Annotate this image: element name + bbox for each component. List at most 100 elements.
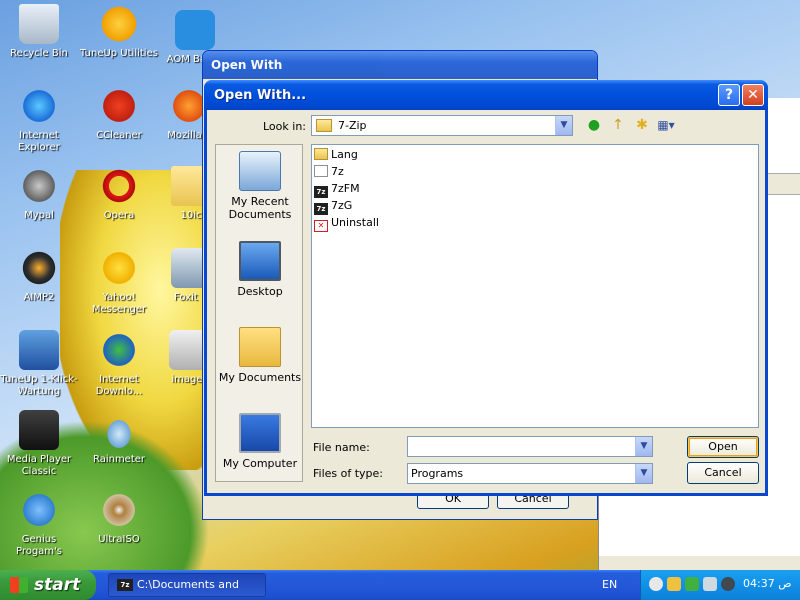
open-button[interactable]: Open	[687, 436, 759, 458]
media-player-classic-icon	[19, 410, 59, 450]
file-name: 7zG	[331, 199, 353, 212]
ccleaner-icon	[99, 86, 139, 126]
tray-icon-3[interactable]	[685, 577, 699, 591]
language-indicator[interactable]: EN	[602, 578, 617, 591]
desktop-icon-yahoo-messenger[interactable]: Yahoo! Messenger	[80, 248, 158, 316]
opera-icon	[99, 166, 139, 206]
file-item-7zg[interactable]: 7z 7zG	[314, 198, 353, 215]
file-name-combo[interactable]: ▼	[407, 436, 653, 457]
place-my-documents[interactable]: My Documents	[216, 327, 304, 384]
desktop-icon-mypal[interactable]: Mypal	[0, 166, 78, 222]
desktop-icon-tuneup-utilities[interactable]: TuneUp Utilities	[80, 4, 158, 60]
desktop-icon-internet-explorer[interactable]: Internet Explorer	[0, 86, 78, 154]
desktop-icon-label: Mypal	[24, 210, 54, 221]
desktop-icon-label: Recycle Bin	[10, 48, 68, 59]
tray-icon-5[interactable]	[721, 577, 735, 591]
files-of-type-label: Files of type:	[313, 467, 384, 480]
close-icon: ✕	[747, 87, 759, 103]
dialog-title: Open With...	[214, 88, 307, 103]
internet-explorer-icon	[19, 86, 59, 126]
download-manager-icon	[99, 330, 139, 370]
desktop-icon-label: Genius Progam's	[15, 534, 63, 557]
chevron-down-icon[interactable]: ▼	[635, 464, 652, 483]
desktop-icon-label: Internet Explorer	[18, 130, 60, 153]
file-list[interactable]: Lang 7z 7z 7zFM 7z 7zG ✕ Uninstall	[311, 144, 759, 428]
desktop-icon-label: TuneUp 1-Klick-Wartung	[0, 374, 78, 397]
open-with-dialog: Open With... ? ✕ Look in: 7-Zip ▼ ● ↑ ✱ …	[204, 80, 768, 496]
file-name-input[interactable]	[408, 437, 634, 456]
files-of-type-dropdown[interactable]: Programs ▼	[407, 463, 653, 484]
help-icon: ?	[724, 87, 734, 103]
start-label: start	[34, 575, 81, 595]
desktop-icon-ccleaner[interactable]: CCleaner	[80, 86, 158, 142]
system-tray: 04:37 ص	[640, 570, 800, 600]
file-item-7zfm[interactable]: 7z 7zFM	[314, 181, 360, 198]
folder-icon	[314, 148, 328, 160]
file-item-lang[interactable]: Lang	[314, 147, 358, 163]
dialog-titlebar[interactable]: Open With... ? ✕	[204, 80, 768, 110]
close-button[interactable]: ✕	[742, 84, 764, 106]
view-menu-icon[interactable]: ▦▾	[657, 117, 675, 134]
chevron-down-icon[interactable]: ▼	[555, 116, 572, 135]
new-folder-icon[interactable]: ✱	[633, 117, 651, 134]
7zip-icon: 7z	[117, 579, 133, 591]
place-label: Desktop	[237, 285, 283, 298]
taskbar-item-label: C:\Documents and Se...	[137, 578, 240, 591]
tray-icon-2[interactable]	[667, 577, 681, 591]
place-desktop[interactable]: Desktop	[216, 241, 304, 298]
cancel-button[interactable]: Cancel	[687, 462, 759, 484]
back-arrow-icon[interactable]: ●	[585, 117, 603, 134]
taskbar: start 7z C:\Documents and Se... EN 04:37…	[0, 570, 800, 600]
desktop-icon-internet-download-manager[interactable]: Internet Downlo...	[80, 330, 158, 398]
look-in-dropdown[interactable]: 7-Zip ▼	[311, 115, 573, 136]
file-item-7z[interactable]: 7z	[314, 164, 344, 180]
place-my-computer[interactable]: My Computer	[216, 413, 304, 470]
desktop-icon-label: Internet Downlo...	[95, 374, 143, 397]
desktop-icon-label: Yahoo! Messenger	[91, 292, 147, 315]
desktop-icon-tuneup-1-klick[interactable]: TuneUp 1-Klick-Wartung	[0, 330, 78, 398]
desktop-icon-label: 10ic	[180, 210, 202, 221]
desktop-icon-opera[interactable]: Opera	[80, 166, 158, 222]
uninstall-icon: ✕	[314, 220, 328, 232]
look-in-label: Look in:	[263, 120, 306, 133]
ultraiso-icon	[99, 490, 139, 530]
desktop-icon-label: Media Player Classic	[6, 454, 72, 477]
back-dialog-title: Open With	[203, 51, 597, 79]
start-button[interactable]: start	[0, 570, 96, 600]
file-name: 7zFM	[331, 182, 360, 195]
folder-icon	[316, 119, 332, 132]
desktop-icon-aimp2[interactable]: AIMP2	[0, 248, 78, 304]
file-item-uninstall[interactable]: ✕ Uninstall	[314, 215, 379, 232]
desktop-icon-genius[interactable]: Genius Progam's	[0, 490, 78, 558]
desktop-icon-recycle-bin[interactable]: Recycle Bin	[0, 4, 78, 60]
recent-documents-icon	[239, 151, 281, 191]
my-computer-icon	[239, 413, 281, 453]
desktop-icon-ultraiso[interactable]: UltraISO	[80, 490, 158, 546]
7zip-icon: 7z	[314, 186, 328, 198]
chevron-down-icon[interactable]: ▼	[635, 437, 652, 456]
my-documents-icon	[239, 327, 281, 367]
desktop-icon-label: UltraISO	[98, 534, 140, 545]
file-name-label: File name:	[313, 441, 370, 454]
genius-icon	[19, 490, 59, 530]
places-bar: My Recent Documents Desktop My Documents…	[215, 144, 303, 482]
desktop-icon-label: TuneUp Utilities	[80, 48, 158, 59]
desktop-icon-media-player-classic[interactable]: Media Player Classic	[0, 410, 78, 478]
place-label: My Computer	[222, 457, 298, 470]
desktop-icon-rainmeter[interactable]: Rainmeter	[80, 410, 158, 466]
recycle-bin-icon	[19, 4, 59, 44]
aomei-icon	[175, 10, 215, 50]
place-label: My Documents	[218, 371, 302, 384]
look-in-value: 7-Zip	[338, 119, 367, 132]
desktop-icon-label: Opera	[103, 210, 135, 221]
blank-file-icon	[314, 165, 328, 177]
desktop-icon-label: CCleaner	[96, 130, 142, 141]
tray-icon-4[interactable]	[703, 577, 717, 591]
taskbar-item-7zip[interactable]: 7z C:\Documents and Se...	[108, 573, 266, 597]
file-name: Uninstall	[331, 216, 379, 229]
help-button[interactable]: ?	[718, 84, 740, 106]
background-window-statusbar	[599, 556, 800, 570]
place-my-recent-documents[interactable]: My Recent Documents	[216, 151, 304, 221]
up-folder-icon[interactable]: ↑	[609, 117, 627, 134]
tray-icon-1[interactable]	[649, 577, 663, 591]
